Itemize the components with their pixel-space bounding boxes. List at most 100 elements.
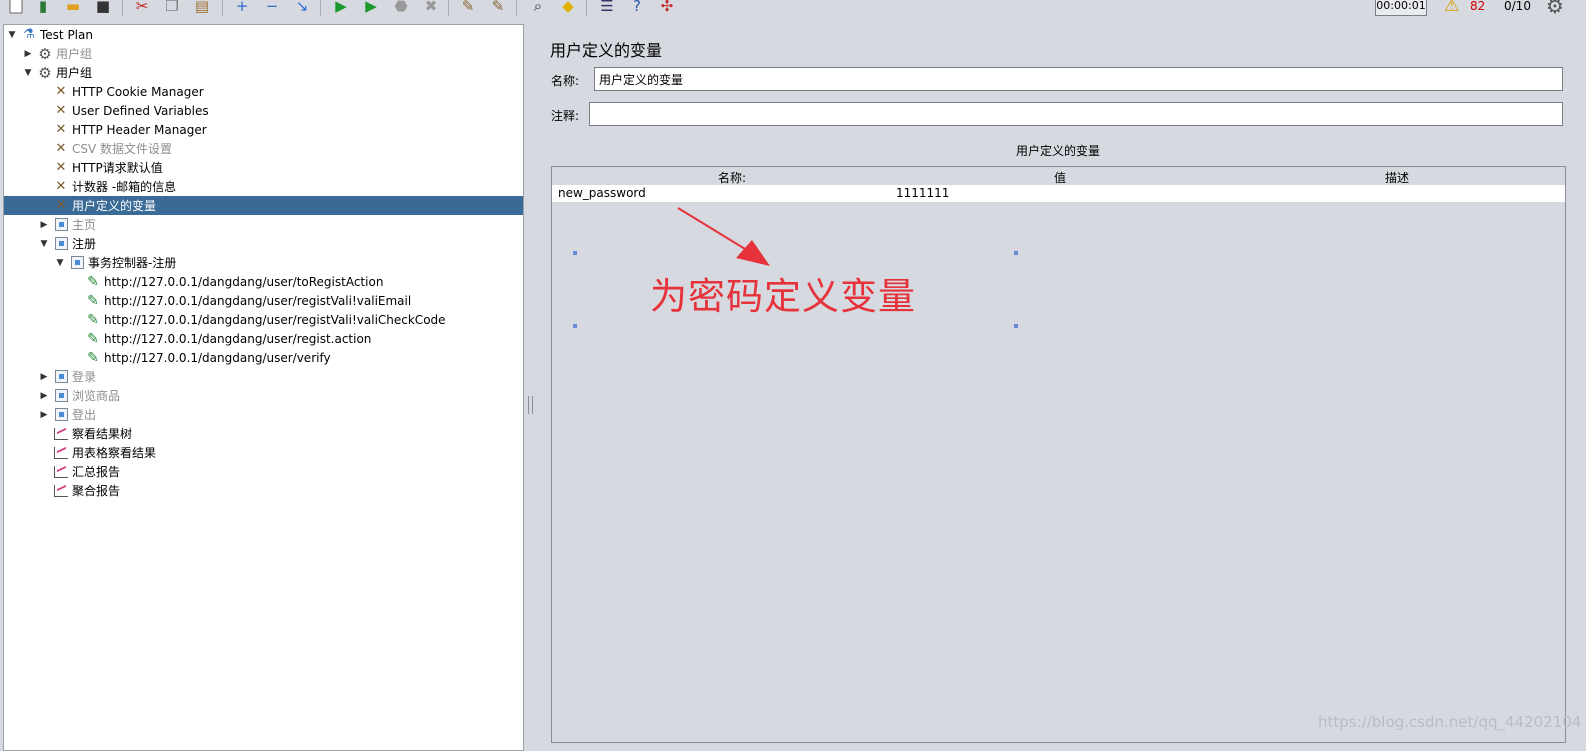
chart-icon: [53, 483, 69, 499]
tree-item-label: http://127.0.0.1/dangdang/user/regist.ac…: [104, 331, 372, 346]
name-input[interactable]: [594, 67, 1563, 91]
controller-icon: [69, 255, 85, 271]
tree-item[interactable]: ▶✕CSV 数据文件设置: [4, 139, 523, 158]
tree-item[interactable]: ▶✎http://127.0.0.1/dangdang/user/verify: [4, 348, 523, 367]
expand-toggle-icon[interactable]: ▶: [39, 410, 49, 420]
stop-icon[interactable]: ⬣: [391, 0, 411, 16]
controller-icon: [53, 217, 69, 233]
wrench-icon: ✕: [55, 84, 67, 99]
help-icon[interactable]: ?: [627, 0, 647, 16]
open-icon[interactable]: ▬: [63, 0, 83, 16]
tree-item[interactable]: ▶✕HTTP Cookie Manager: [4, 82, 523, 101]
templates-icon[interactable]: ▮: [33, 0, 53, 16]
active-threads-count: 0/10: [1504, 0, 1531, 13]
tree-item[interactable]: ▼ 事务控制器-注册: [4, 253, 523, 272]
splitter-grip[interactable]: [528, 396, 533, 414]
tree-item[interactable]: ▶✎http://127.0.0.1/dangdang/user/toRegis…: [4, 272, 523, 291]
table-header: 名称: 值 描述: [552, 167, 1565, 185]
toggle-icon[interactable]: ↘: [292, 0, 312, 16]
tree-item[interactable]: ▼ ⚗ Test Plan: [4, 25, 523, 44]
toolbar-separator: [586, 0, 587, 16]
tree-item[interactable]: ▶✎http://127.0.0.1/dangdang/user/registV…: [4, 310, 523, 329]
tree-item[interactable]: ▶ ⚙ 用户组: [4, 44, 523, 63]
tree-item[interactable]: ▶✕HTTP Header Manager: [4, 120, 523, 139]
annotation-text: 为密码定义变量: [650, 275, 916, 318]
collapse-all-icon[interactable]: −: [262, 0, 282, 16]
tree-item[interactable]: ▶✕HTTP请求默认值: [4, 158, 523, 177]
tree-item[interactable]: ▶✎http://127.0.0.1/dangdang/user/regist.…: [4, 329, 523, 348]
tree-item[interactable]: ▶ 浏览商品: [4, 386, 523, 405]
expand-all-icon[interactable]: +: [232, 0, 252, 16]
sampler-icon: ✎: [87, 330, 99, 347]
expand-toggle-icon[interactable]: ▶: [39, 391, 49, 401]
toolbar-separator: [516, 0, 517, 16]
tree-item[interactable]: ▶✎http://127.0.0.1/dangdang/user/registV…: [4, 291, 523, 310]
tree-item[interactable]: ▶ 登录: [4, 367, 523, 386]
tree-item[interactable]: ▼ ⚙ 用户组: [4, 63, 523, 82]
tree-item[interactable]: ▶用表格察看结果: [4, 443, 523, 462]
chart-icon: [53, 464, 69, 480]
toolbar-separator: [122, 0, 123, 16]
tree-item[interactable]: ▼ 注册: [4, 234, 523, 253]
collapse-toggle-icon[interactable]: ▼: [23, 68, 33, 78]
tree-item-label: User Defined Variables: [72, 103, 209, 118]
shutdown-icon[interactable]: ✖: [421, 0, 441, 16]
search-icon[interactable]: ⌕: [528, 0, 548, 16]
watermark: https://blog.csdn.net/qq_44202104: [1318, 713, 1582, 731]
name-label: 名称:: [551, 74, 580, 88]
new-icon[interactable]: [6, 0, 26, 16]
expand-toggle-icon[interactable]: ▶: [23, 49, 33, 59]
selection-handle: [573, 324, 577, 328]
tree-item[interactable]: ▶汇总报告: [4, 462, 523, 481]
tree-item[interactable]: ▶✕计数器 -邮箱的信息: [4, 177, 523, 196]
comment-input[interactable]: [589, 102, 1563, 126]
expand-toggle-icon[interactable]: ▶: [39, 372, 49, 382]
wrench-icon: ✕: [55, 103, 67, 118]
clear-all-icon[interactable]: ✎: [488, 0, 508, 16]
sampler-icon: ✎: [87, 292, 99, 309]
tree-item-label: 用户定义的变量: [72, 199, 157, 213]
tree-item-label: HTTP Header Manager: [72, 122, 207, 137]
element-editor-panel: 用户定义的变量 名称: 注释: 用户定义的变量 名称: 值 描述 new_pas…: [540, 24, 1586, 751]
sampler-icon: ✎: [87, 349, 99, 366]
tree-item[interactable]: ▶察看结果树: [4, 424, 523, 443]
cell-variable-value[interactable]: 1111111: [896, 186, 949, 200]
start-no-pause-icon[interactable]: ▶: [361, 0, 381, 16]
cell-variable-name[interactable]: new_password: [558, 186, 646, 200]
toolbar-separator: [222, 0, 223, 16]
cut-icon[interactable]: ✂: [132, 0, 152, 16]
tree-item[interactable]: ▶ 登出: [4, 405, 523, 424]
tree-item-label: 汇总报告: [72, 465, 121, 479]
tree-item[interactable]: ▶ 主页: [4, 215, 523, 234]
chart-icon: [53, 426, 69, 442]
collapse-toggle-icon[interactable]: ▼: [39, 239, 49, 249]
copy-icon[interactable]: ❐: [162, 0, 182, 16]
column-header-name[interactable]: 名称:: [702, 169, 762, 186]
remote-icon[interactable]: ✣: [657, 0, 677, 16]
toolbar: ▮ ▬ ■ ✂ ❐ ▤ + − ↘ ▶ ▶ ⬣ ✖ ✎ ✎ ⌕ ◆ ☰ ? ✣ …: [0, 0, 1586, 20]
expand-toggle-icon[interactable]: ▶: [39, 220, 49, 230]
tree-item-label: http://127.0.0.1/dangdang/user/registVal…: [104, 293, 412, 308]
controller-icon: [53, 236, 69, 252]
collapse-toggle-icon[interactable]: ▼: [55, 258, 65, 268]
paste-icon[interactable]: ▤: [192, 0, 212, 16]
start-icon[interactable]: ▶: [331, 0, 351, 16]
tree-item-label: 主页: [72, 218, 97, 232]
test-plan-tree[interactable]: ▼ ⚗ Test Plan ▶ ⚙ 用户组 ▼ ⚙ 用户组 ▶ ✕ HTTP Cookie Manag…: [3, 24, 524, 751]
tree-item-label: 事务控制器-注册: [88, 256, 177, 270]
function-helper-icon[interactable]: ☰: [597, 0, 617, 16]
tree-item[interactable]: ▶✕User Defined Variables: [4, 101, 523, 120]
warning-icon[interactable]: ⚠: [1444, 0, 1459, 16]
clear-icon[interactable]: ✎: [458, 0, 478, 16]
tree-item-label: 聚合报告: [72, 484, 121, 498]
splitter[interactable]: [527, 24, 533, 751]
tree-item-label: 登出: [72, 408, 97, 422]
save-icon[interactable]: ■: [93, 0, 113, 16]
column-header-value[interactable]: 值: [1030, 169, 1090, 186]
collapse-toggle-icon[interactable]: ▼: [7, 30, 17, 40]
column-header-description[interactable]: 描述: [1367, 169, 1427, 186]
tree-item-label: 登录: [72, 370, 97, 384]
tree-item[interactable]: ▶聚合报告: [4, 481, 523, 500]
reset-search-icon[interactable]: ◆: [558, 0, 578, 16]
tree-item[interactable]: ▶✕用户定义的变量: [4, 196, 523, 215]
